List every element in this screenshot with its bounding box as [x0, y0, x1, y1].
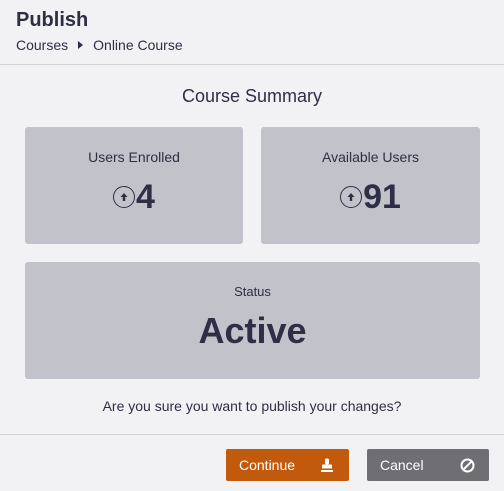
- cancel-button-label: Cancel: [380, 457, 424, 473]
- users-enrolled-value: 4: [136, 178, 155, 216]
- available-users-card: Available Users 91: [261, 127, 480, 244]
- arrow-up-circle-icon: [340, 186, 363, 208]
- cancel-button[interactable]: Cancel: [367, 449, 489, 481]
- ban-icon: [459, 457, 475, 473]
- stamp-icon: [319, 457, 335, 473]
- breadcrumb: Courses Online Course: [16, 37, 183, 53]
- caret-right-icon: [78, 41, 84, 49]
- status-label: Status: [234, 284, 271, 299]
- status-value: Active: [198, 310, 307, 351]
- breadcrumb-item-online-course: Online Course: [93, 37, 183, 53]
- status-card: Status Active: [25, 262, 480, 379]
- confirm-question: Are you sure you want to publish your ch…: [102, 398, 402, 414]
- available-users-value: 91: [363, 178, 401, 216]
- arrow-up-circle-icon: [113, 186, 136, 208]
- dialog-header: Publish Courses Online Course: [0, 0, 504, 65]
- course-summary-title: Course Summary: [181, 86, 323, 106]
- users-enrolled-card: Users Enrolled 4: [25, 127, 243, 244]
- continue-button[interactable]: Continue: [226, 449, 349, 481]
- publish-dialog: Publish Courses Online Course Course Sum…: [0, 0, 504, 491]
- continue-button-label: Continue: [239, 457, 296, 473]
- available-users-label: Available Users: [321, 149, 419, 165]
- page-title: Publish: [16, 9, 89, 31]
- users-enrolled-label: Users Enrolled: [88, 149, 180, 165]
- breadcrumb-item-courses[interactable]: Courses: [16, 37, 68, 53]
